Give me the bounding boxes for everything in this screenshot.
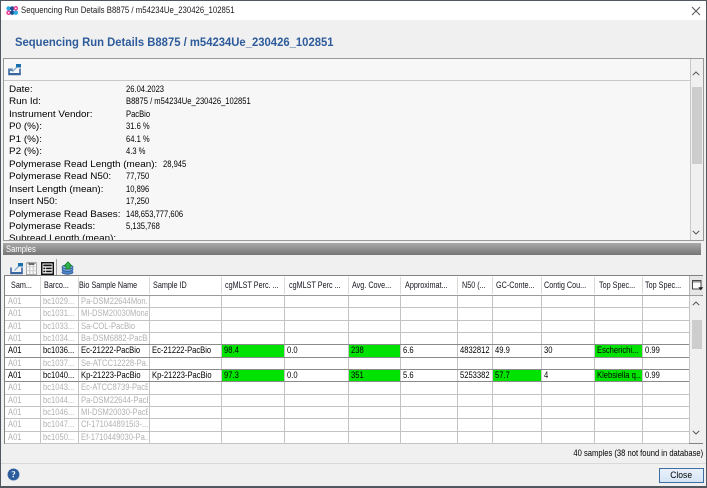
svg-text:?: ?: [11, 470, 16, 480]
